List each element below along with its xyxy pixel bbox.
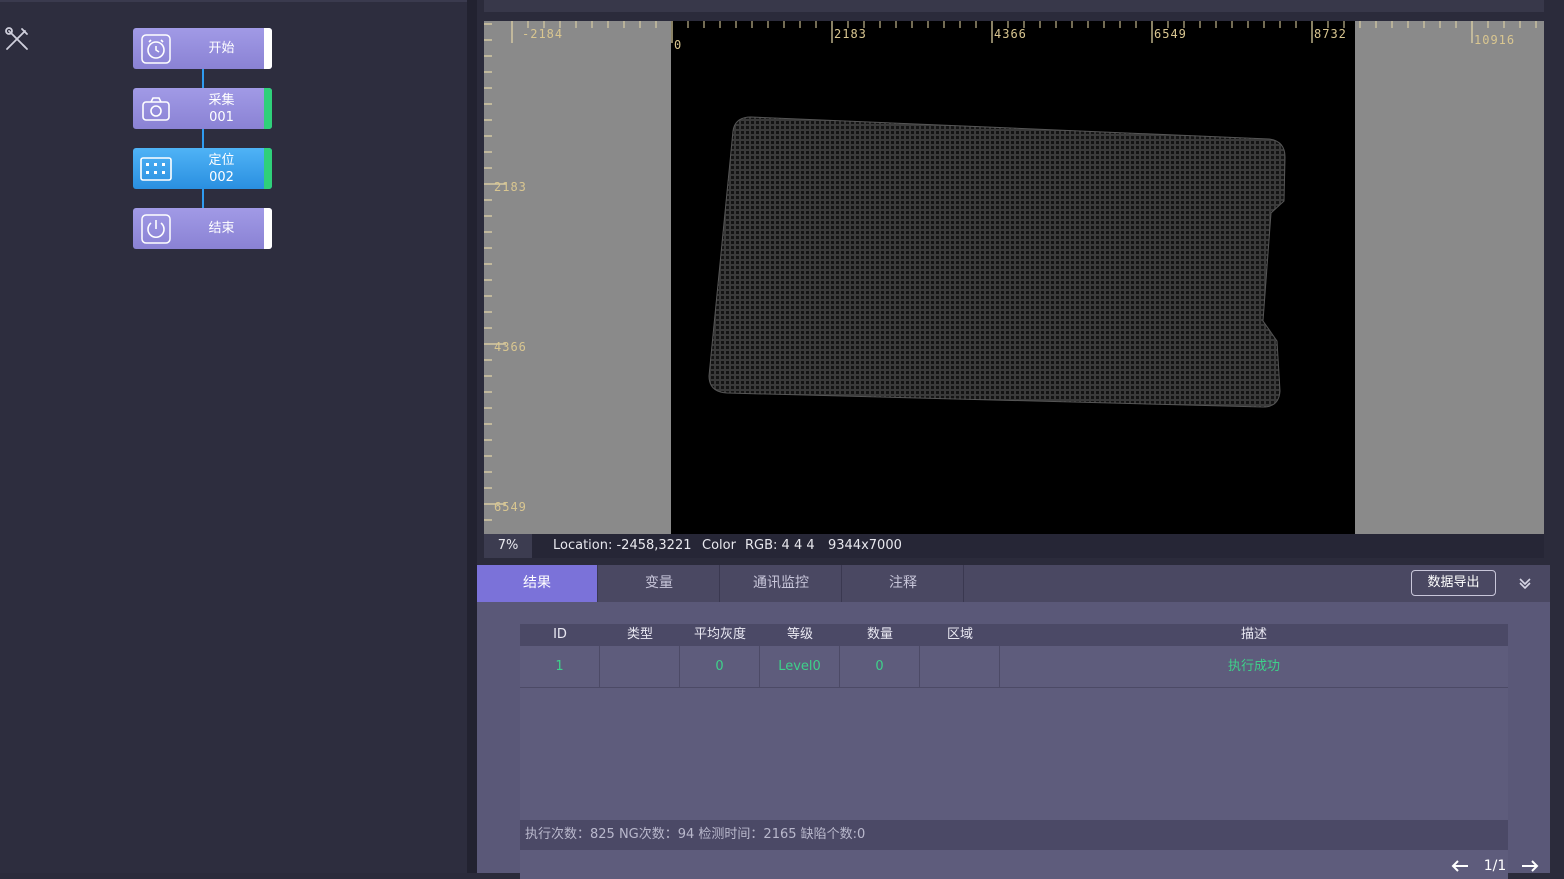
tab-variables[interactable]: 变量: [599, 565, 720, 602]
node-status-bar: [264, 148, 272, 189]
column-header[interactable]: 区域: [920, 624, 1000, 646]
ruler-h-label: 8732: [1314, 27, 1347, 41]
column-header[interactable]: ID: [520, 624, 600, 646]
ruler-h-label: 4366: [994, 27, 1027, 41]
node-status-bar: [264, 28, 272, 69]
image-size: 9344x7000: [828, 538, 902, 553]
panel-divider[interactable]: [467, 0, 477, 873]
cell-count: 0: [840, 646, 920, 687]
ruler-h-label: 0: [674, 38, 683, 52]
locate-grid-icon: [133, 148, 179, 189]
results-tabbar: 结果 变量 通讯监控 注释 数据导出: [477, 565, 1550, 602]
cell-description: 执行成功: [1227, 659, 1280, 674]
pixel-rgb: RGB: 4 4 4: [745, 538, 815, 553]
flow-node-label: 结束: [208, 221, 235, 236]
flow-node-label: 定位 002: [208, 152, 235, 185]
column-header[interactable]: 平均灰度: [680, 624, 760, 646]
column-header[interactable]: 等级: [760, 624, 840, 646]
ruler-h-label: 6549: [1154, 27, 1187, 41]
table-row[interactable]: 1 0 Level0 0 执行成功: [520, 646, 1508, 688]
ruler-v-label: 2183: [494, 180, 527, 194]
cell-avg-gray: 0: [680, 646, 760, 687]
ruler-v-label: 6549: [494, 500, 527, 514]
ruler-h-label: 10916: [1474, 33, 1516, 47]
camera-icon: [133, 88, 179, 129]
pagination: 1/1: [1450, 856, 1540, 876]
flow-node-end[interactable]: 结束: [133, 208, 272, 249]
power-icon: [133, 208, 179, 249]
column-header[interactable]: 数量: [840, 624, 920, 646]
flow-panel: 开始 采集 001 定位 002 结束: [0, 0, 467, 873]
ruler-v-label: 4366: [494, 340, 527, 354]
cursor-location: Location: -2458,3221: [553, 538, 692, 553]
flow-node-start[interactable]: 开始: [133, 28, 272, 69]
column-header[interactable]: 描述: [1000, 624, 1508, 646]
results-panel: 结果 变量 通讯监控 注释 数据导出 ID 类型 平均灰度 等级 数量 区域 描…: [477, 565, 1550, 879]
flow-node-locate[interactable]: 定位 002: [133, 148, 272, 189]
cell-type: [600, 646, 680, 687]
viewer-toolbar-strip: [484, 0, 1544, 12]
tab-comm-monitor[interactable]: 通讯监控: [721, 565, 842, 602]
node-status-bar: [264, 208, 272, 249]
cell-id: 1: [520, 646, 600, 687]
arrow-right-icon[interactable]: [1520, 859, 1540, 873]
tab-results[interactable]: 结果: [477, 565, 598, 602]
image-viewer[interactable]: -2184 0 2183 4366 6549 8732 10916 2183 4…: [484, 21, 1544, 534]
node-status-bar: [264, 88, 272, 129]
viewer-statusbar: 7% Location: -2458,3221 Color RGB: 4 4 4…: [484, 534, 1544, 558]
page-indicator: 1/1: [1483, 858, 1507, 874]
flow-connector: [202, 128, 204, 149]
flow-node-capture[interactable]: 采集 001: [133, 88, 272, 129]
panel-top-border: [0, 0, 467, 2]
color-label: Color: [702, 538, 736, 553]
product-image: [708, 116, 1286, 408]
stats-footer: 执行次数：825 NG次数：94 检测时间：2165 缺陷个数:0: [520, 820, 1508, 850]
vertical-ruler: [484, 23, 506, 521]
arrow-left-icon[interactable]: [1450, 859, 1470, 873]
export-data-button[interactable]: 数据导出: [1411, 570, 1496, 596]
flow-connector: [202, 68, 204, 89]
alarm-clock-icon: [133, 28, 179, 69]
cell-level: Level0: [760, 646, 840, 687]
ruler-h-label: 2183: [834, 27, 867, 41]
tools-icon[interactable]: [3, 25, 31, 53]
table-header: ID 类型 平均灰度 等级 数量 区域 描述: [520, 624, 1508, 646]
column-header[interactable]: 类型: [600, 624, 680, 646]
zoom-level[interactable]: 7%: [484, 534, 532, 558]
tab-notes[interactable]: 注释: [843, 565, 964, 602]
ruler-h-label: -2184: [522, 27, 564, 41]
image-canvas[interactable]: [671, 21, 1355, 534]
cell-region: [920, 646, 1000, 687]
flow-connector: [202, 188, 204, 209]
flow-node-label: 采集 001: [208, 92, 235, 125]
viewer-toolbar: [477, 0, 1550, 15]
flow-node-label: 开始: [208, 41, 235, 56]
chevron-down-double-icon[interactable]: [1517, 575, 1533, 591]
